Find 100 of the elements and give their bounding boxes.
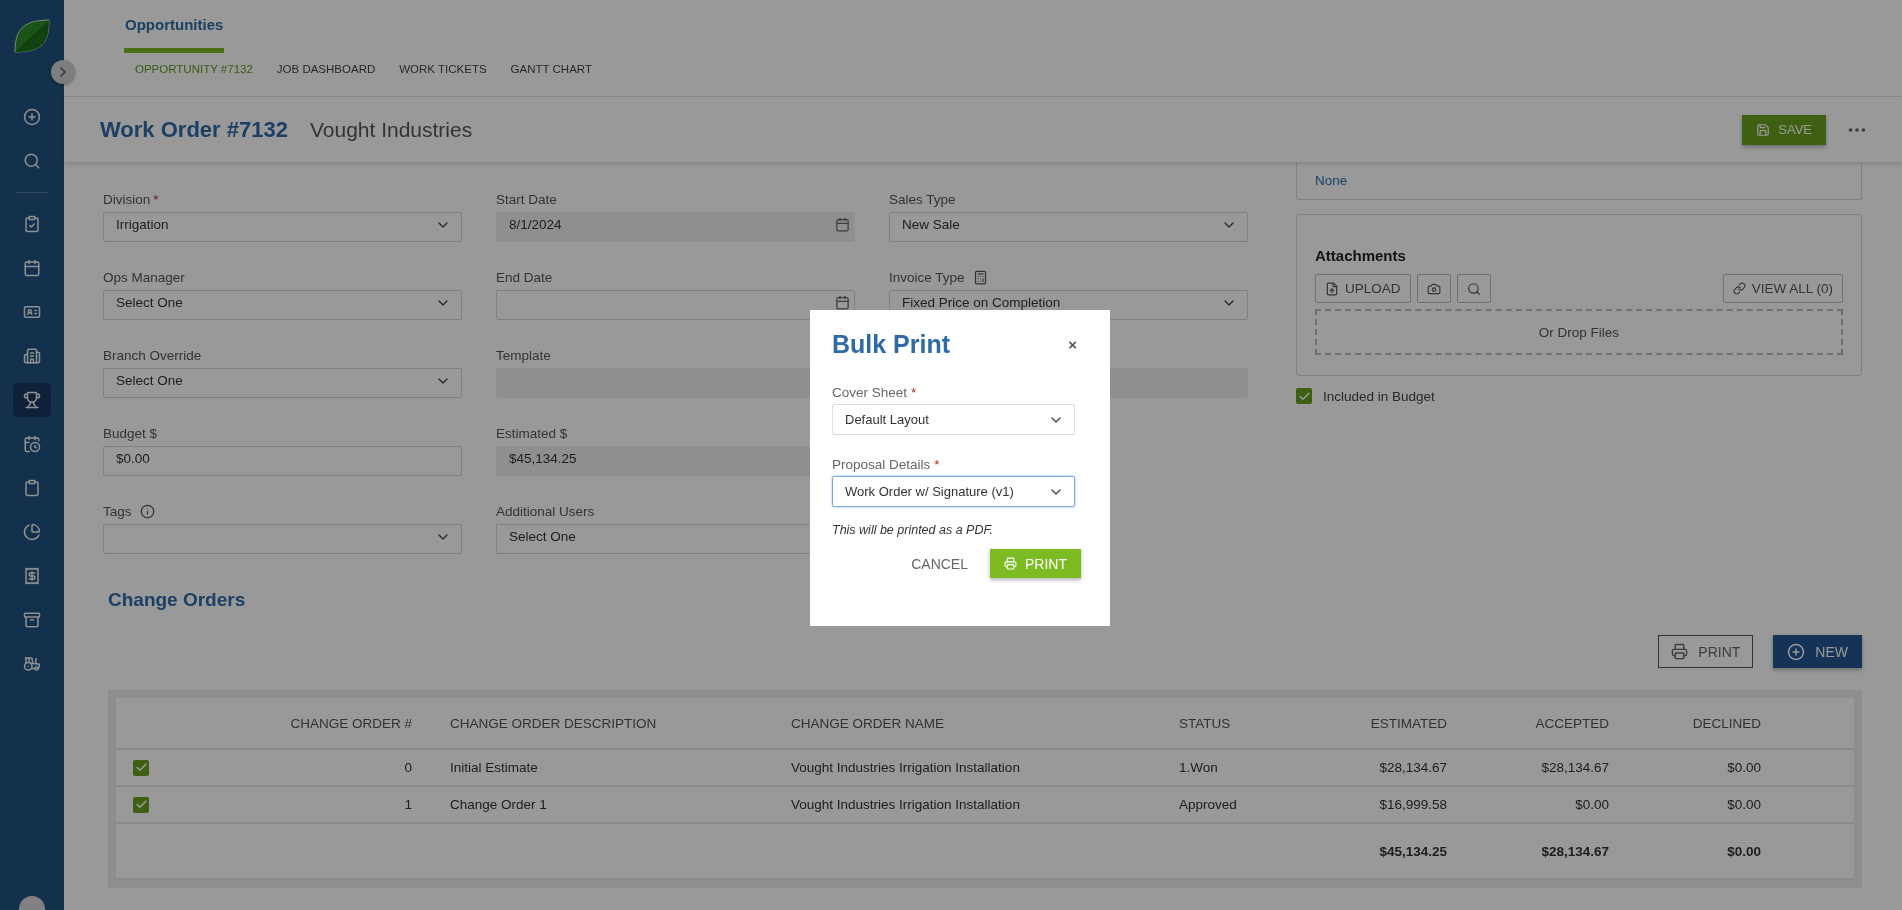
input-field[interactable]: $0.00 bbox=[103, 446, 462, 476]
close-button[interactable]: × bbox=[1064, 336, 1088, 353]
section-title: Opportunities bbox=[124, 16, 225, 53]
required-mark: * bbox=[934, 457, 940, 472]
calendar-icon bbox=[835, 295, 850, 310]
date-field[interactable] bbox=[496, 290, 855, 320]
column-header: CHANGE ORDER DESCRIPTION bbox=[449, 715, 658, 731]
clipboard-icon bbox=[23, 479, 41, 497]
sidebar-item[interactable] bbox=[13, 383, 51, 417]
table-cell-text: $28,134.67 bbox=[1378, 760, 1448, 775]
add-icon bbox=[23, 108, 41, 126]
table-cell-text: $16,999.58 bbox=[1378, 797, 1448, 812]
pie-chart-icon bbox=[23, 523, 41, 541]
table-cell-text: Approved bbox=[1178, 797, 1238, 812]
drop-zone[interactable]: Or Drop Files bbox=[1315, 309, 1843, 355]
field-label: Sales Type bbox=[889, 191, 956, 207]
info-icon[interactable] bbox=[139, 503, 155, 519]
clipboard-check-icon bbox=[23, 215, 41, 233]
tractor-icon bbox=[23, 655, 41, 673]
field-label: Start Date bbox=[496, 191, 557, 207]
field-label: Budget $ bbox=[103, 425, 158, 441]
column-header: ACCEPTED bbox=[1534, 715, 1610, 731]
table-cell-text: $28,134.67 bbox=[1540, 760, 1610, 775]
view-all-button[interactable]: VIEW ALL (0) bbox=[1722, 274, 1843, 303]
nav-tab[interactable]: WORK TICKETS bbox=[399, 63, 487, 75]
calculator-icon[interactable] bbox=[972, 269, 988, 285]
camera-button[interactable] bbox=[1416, 274, 1451, 303]
upload-button[interactable]: UPLOAD bbox=[1315, 274, 1411, 303]
receipt-icon bbox=[23, 567, 41, 585]
field-label: End Date bbox=[496, 269, 553, 285]
select-field[interactable] bbox=[103, 524, 462, 554]
table-cell-text: Initial Estimate bbox=[449, 760, 539, 775]
search-icon bbox=[1466, 281, 1481, 296]
archive-icon bbox=[23, 611, 41, 629]
table-cell-text: $0.00 bbox=[1726, 797, 1762, 812]
building-icon bbox=[23, 347, 41, 365]
printer-icon bbox=[1004, 557, 1017, 570]
table-cell-text: 1.Won bbox=[1178, 760, 1219, 775]
search-button[interactable] bbox=[1456, 274, 1491, 303]
field-label: Ops Manager bbox=[103, 269, 185, 285]
expand-button[interactable] bbox=[51, 60, 75, 84]
camera-icon bbox=[1426, 281, 1441, 296]
field-label: Additional Users bbox=[496, 503, 595, 519]
dialog-note: This will be printed as a PDF. bbox=[832, 523, 994, 537]
checkbox[interactable] bbox=[1296, 388, 1312, 404]
column-header: DECLINED bbox=[1691, 715, 1762, 731]
row-checkbox[interactable] bbox=[133, 759, 149, 776]
field-label: Branch Override bbox=[103, 347, 202, 363]
select-field[interactable]: Irrigation bbox=[103, 212, 462, 242]
calendar-icon bbox=[835, 217, 850, 232]
field-label: Estimated $ bbox=[496, 425, 568, 441]
plus-icon bbox=[1787, 642, 1806, 661]
table-cell-text: $0.00 bbox=[1574, 797, 1610, 812]
column-header: CHANGE ORDER NAME bbox=[790, 715, 945, 731]
print-button[interactable]: PRINT bbox=[1658, 635, 1754, 668]
modal-backdrop[interactable] bbox=[0, 0, 1902, 910]
row-checkbox[interactable] bbox=[133, 796, 149, 813]
checkbox-label: Included in Budget bbox=[1323, 388, 1435, 404]
table-cell-text: Change Order 1 bbox=[449, 797, 548, 812]
field-label: Division bbox=[103, 191, 151, 207]
card-link[interactable]: None bbox=[1315, 173, 1348, 188]
column-header: STATUS bbox=[1178, 715, 1232, 731]
nav-tab[interactable]: JOB DASHBOARD bbox=[276, 63, 376, 75]
field-label: Tags bbox=[103, 503, 132, 519]
select-field[interactable]: Select One bbox=[103, 290, 462, 320]
save-icon bbox=[1756, 122, 1771, 137]
table-cell-text: Vought Industries Irrigation Installation bbox=[790, 797, 1021, 812]
printer-icon bbox=[1671, 643, 1689, 660]
column-header: CHANGE ORDER # bbox=[289, 715, 413, 731]
calendar-clock-icon bbox=[23, 435, 41, 453]
page-title: Work Order #7132 bbox=[100, 116, 288, 143]
select-field[interactable]: Select One bbox=[496, 524, 810, 554]
select-field[interactable]: Default Layout bbox=[832, 404, 1075, 435]
attachments-title: Attachments bbox=[1315, 247, 1407, 264]
new-button[interactable]: NEW bbox=[1773, 635, 1862, 668]
select-field[interactable]: Select One bbox=[103, 368, 462, 398]
trophy-icon bbox=[23, 391, 41, 409]
table-cell-text: Vought Industries Irrigation Installation bbox=[790, 760, 1021, 775]
total-cell-text: $0.00 bbox=[1726, 843, 1762, 859]
logo-icon[interactable] bbox=[13, 18, 51, 54]
cancel-button[interactable]: CANCEL bbox=[905, 554, 974, 573]
field-label: Template bbox=[496, 347, 551, 363]
field-label: Invoice Type bbox=[889, 269, 965, 285]
nav-tab[interactable]: OPPORTUNITY #7132 bbox=[124, 63, 253, 75]
field-label: Cover Sheet bbox=[832, 385, 908, 400]
section-heading: Change Orders bbox=[108, 589, 247, 611]
column-header: ESTIMATED bbox=[1369, 715, 1448, 731]
table-cell-text: $0.00 bbox=[1726, 760, 1762, 775]
select-field[interactable]: New Sale bbox=[889, 212, 1248, 242]
dialog-title: Bulk Print bbox=[832, 330, 951, 359]
field-label: Proposal Details bbox=[832, 457, 931, 472]
required-mark: * bbox=[911, 385, 917, 400]
total-cell-text: $45,134.25 bbox=[1378, 843, 1448, 859]
nav-tab[interactable]: GANTT CHART bbox=[510, 63, 592, 75]
table-cell-text: 1 bbox=[403, 797, 413, 812]
table-cell-text: 0 bbox=[403, 760, 413, 775]
select-field[interactable]: Work Order w/ Signature (v1) bbox=[832, 476, 1075, 507]
required-mark: * bbox=[153, 191, 159, 207]
total-cell-text: $28,134.67 bbox=[1540, 843, 1610, 859]
search-icon bbox=[23, 152, 41, 170]
